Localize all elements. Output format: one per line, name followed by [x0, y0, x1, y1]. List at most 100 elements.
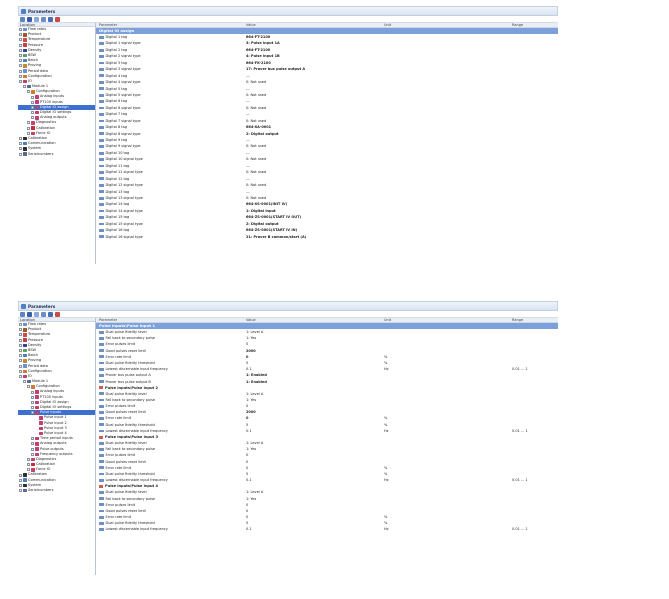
- column-range[interactable]: Range: [512, 318, 558, 322]
- expand-icon[interactable]: [31, 400, 34, 404]
- tree-item[interactable]: Serialnumbers: [18, 152, 95, 157]
- expand-icon[interactable]: [27, 131, 30, 135]
- expand-icon[interactable]: [19, 483, 22, 487]
- expand-icon[interactable]: [27, 468, 30, 472]
- expand-icon[interactable]: [19, 369, 22, 373]
- value-cell[interactable]: 0.1: [246, 428, 384, 434]
- delete-icon[interactable]: [55, 17, 60, 22]
- grid-icon[interactable]: [48, 312, 53, 317]
- expand-icon[interactable]: [19, 328, 22, 332]
- expand-icon[interactable]: [31, 437, 34, 441]
- expand-icon[interactable]: [31, 390, 34, 394]
- location-tree: Location Flow rates Product Temperature Pre…: [18, 318, 96, 575]
- expand-icon[interactable]: [23, 85, 26, 89]
- open-icon[interactable]: [20, 312, 25, 317]
- expand-icon[interactable]: [19, 38, 22, 42]
- expand-icon[interactable]: [19, 79, 22, 83]
- expand-icon[interactable]: [19, 359, 22, 363]
- unit-cell: Hz: [384, 428, 389, 433]
- parameter-row[interactable]: Lowest discernable input frequency 0.1 Hz 0…: [96, 526, 558, 532]
- expand-icon[interactable]: [27, 121, 30, 125]
- column-unit[interactable]: Unit: [384, 23, 512, 27]
- expand-icon[interactable]: [19, 74, 22, 78]
- value-cell[interactable]: 0.1: [246, 477, 384, 483]
- expand-icon[interactable]: [31, 442, 34, 446]
- expand-icon[interactable]: [31, 100, 34, 104]
- expand-icon[interactable]: [19, 54, 22, 58]
- column-value[interactable]: Value: [246, 23, 384, 27]
- expand-icon[interactable]: [31, 447, 34, 451]
- delete-icon[interactable]: [55, 312, 60, 317]
- expand-icon[interactable]: [19, 374, 22, 378]
- column-unit[interactable]: Unit: [384, 318, 512, 322]
- expand-icon[interactable]: [31, 111, 34, 115]
- expand-icon[interactable]: [31, 452, 34, 456]
- expand-icon[interactable]: [19, 142, 22, 146]
- grid-icon[interactable]: [48, 17, 53, 22]
- expand-icon[interactable]: [31, 411, 34, 415]
- configuration-icon: [23, 369, 27, 374]
- expand-icon[interactable]: [27, 385, 30, 389]
- expand-icon[interactable]: [31, 395, 34, 399]
- expand-icon[interactable]: [19, 48, 22, 52]
- column-parameter[interactable]: Parameter: [96, 23, 246, 27]
- expand-icon[interactable]: [19, 349, 22, 353]
- print-icon[interactable]: [34, 312, 39, 317]
- column-parameter[interactable]: Parameter: [96, 318, 246, 322]
- parameter-icon: [99, 48, 104, 52]
- parameter-icon: [99, 222, 104, 226]
- pt100-inputs-icon: [35, 395, 39, 399]
- expand-icon[interactable]: [19, 354, 22, 358]
- parameter-icon: [99, 460, 104, 464]
- expand-icon[interactable]: [19, 323, 22, 327]
- expand-icon[interactable]: [19, 147, 22, 151]
- value-cell[interactable]: 21: Prover B common/start (A): [246, 234, 384, 240]
- parameter-row[interactable]: Digital 16 signal type 21: Prover B commo…: [96, 234, 558, 240]
- expand-icon[interactable]: [19, 28, 22, 32]
- expand-icon[interactable]: [19, 489, 22, 493]
- expand-icon[interactable]: [31, 116, 34, 120]
- expand-icon[interactable]: [19, 64, 22, 68]
- column-value[interactable]: Value: [246, 318, 384, 322]
- expand-icon[interactable]: [19, 43, 22, 47]
- expand-icon[interactable]: [19, 478, 22, 482]
- expand-icon[interactable]: [27, 126, 30, 130]
- expand-icon[interactable]: [19, 69, 22, 73]
- expand-icon[interactable]: [31, 406, 34, 410]
- parameter-icon: [99, 441, 104, 445]
- value-cell[interactable]: 1: Enabled: [246, 379, 384, 385]
- expand-icon[interactable]: [19, 137, 22, 141]
- tree-item[interactable]: Serialnumbers: [18, 488, 95, 493]
- expand-icon[interactable]: [19, 473, 22, 477]
- expand-icon[interactable]: [27, 90, 30, 94]
- expand-icon[interactable]: [19, 333, 22, 337]
- parameter-row[interactable]: Lowest discernable input frequency 0.1 Hz 0…: [96, 428, 558, 434]
- parameter-row[interactable]: Lowest discernable input frequency 0.1 Hz 0…: [96, 477, 558, 483]
- expand-icon[interactable]: [27, 463, 30, 467]
- value-cell[interactable]: 0.1: [246, 526, 384, 532]
- expand-icon[interactable]: [19, 152, 22, 156]
- expand-icon[interactable]: [19, 338, 22, 342]
- parameter-icon: [99, 209, 104, 213]
- save-icon[interactable]: [27, 17, 32, 22]
- expand-icon[interactable]: [19, 33, 22, 37]
- expand-icon[interactable]: [27, 457, 30, 461]
- expand-icon[interactable]: [19, 59, 22, 63]
- save-icon[interactable]: [27, 312, 32, 317]
- expand-icon[interactable]: [19, 364, 22, 368]
- expand-icon[interactable]: [23, 380, 26, 384]
- expand-icon[interactable]: [31, 105, 34, 109]
- parameter-icon: [99, 177, 104, 181]
- parameter-icon: [99, 190, 104, 194]
- print-icon[interactable]: [34, 17, 39, 22]
- column-range[interactable]: Range: [512, 23, 558, 27]
- parameter-icon: [99, 87, 104, 91]
- range-cell: 0.01 ... 1: [512, 478, 528, 483]
- expand-icon[interactable]: [19, 343, 22, 347]
- calibration-icon: [23, 136, 27, 141]
- tool-icon[interactable]: [41, 312, 46, 317]
- expand-icon[interactable]: [31, 95, 34, 99]
- tool-icon[interactable]: [41, 17, 46, 22]
- open-icon[interactable]: [20, 17, 25, 22]
- parameter-name: Digital 16 signal type: [105, 234, 143, 239]
